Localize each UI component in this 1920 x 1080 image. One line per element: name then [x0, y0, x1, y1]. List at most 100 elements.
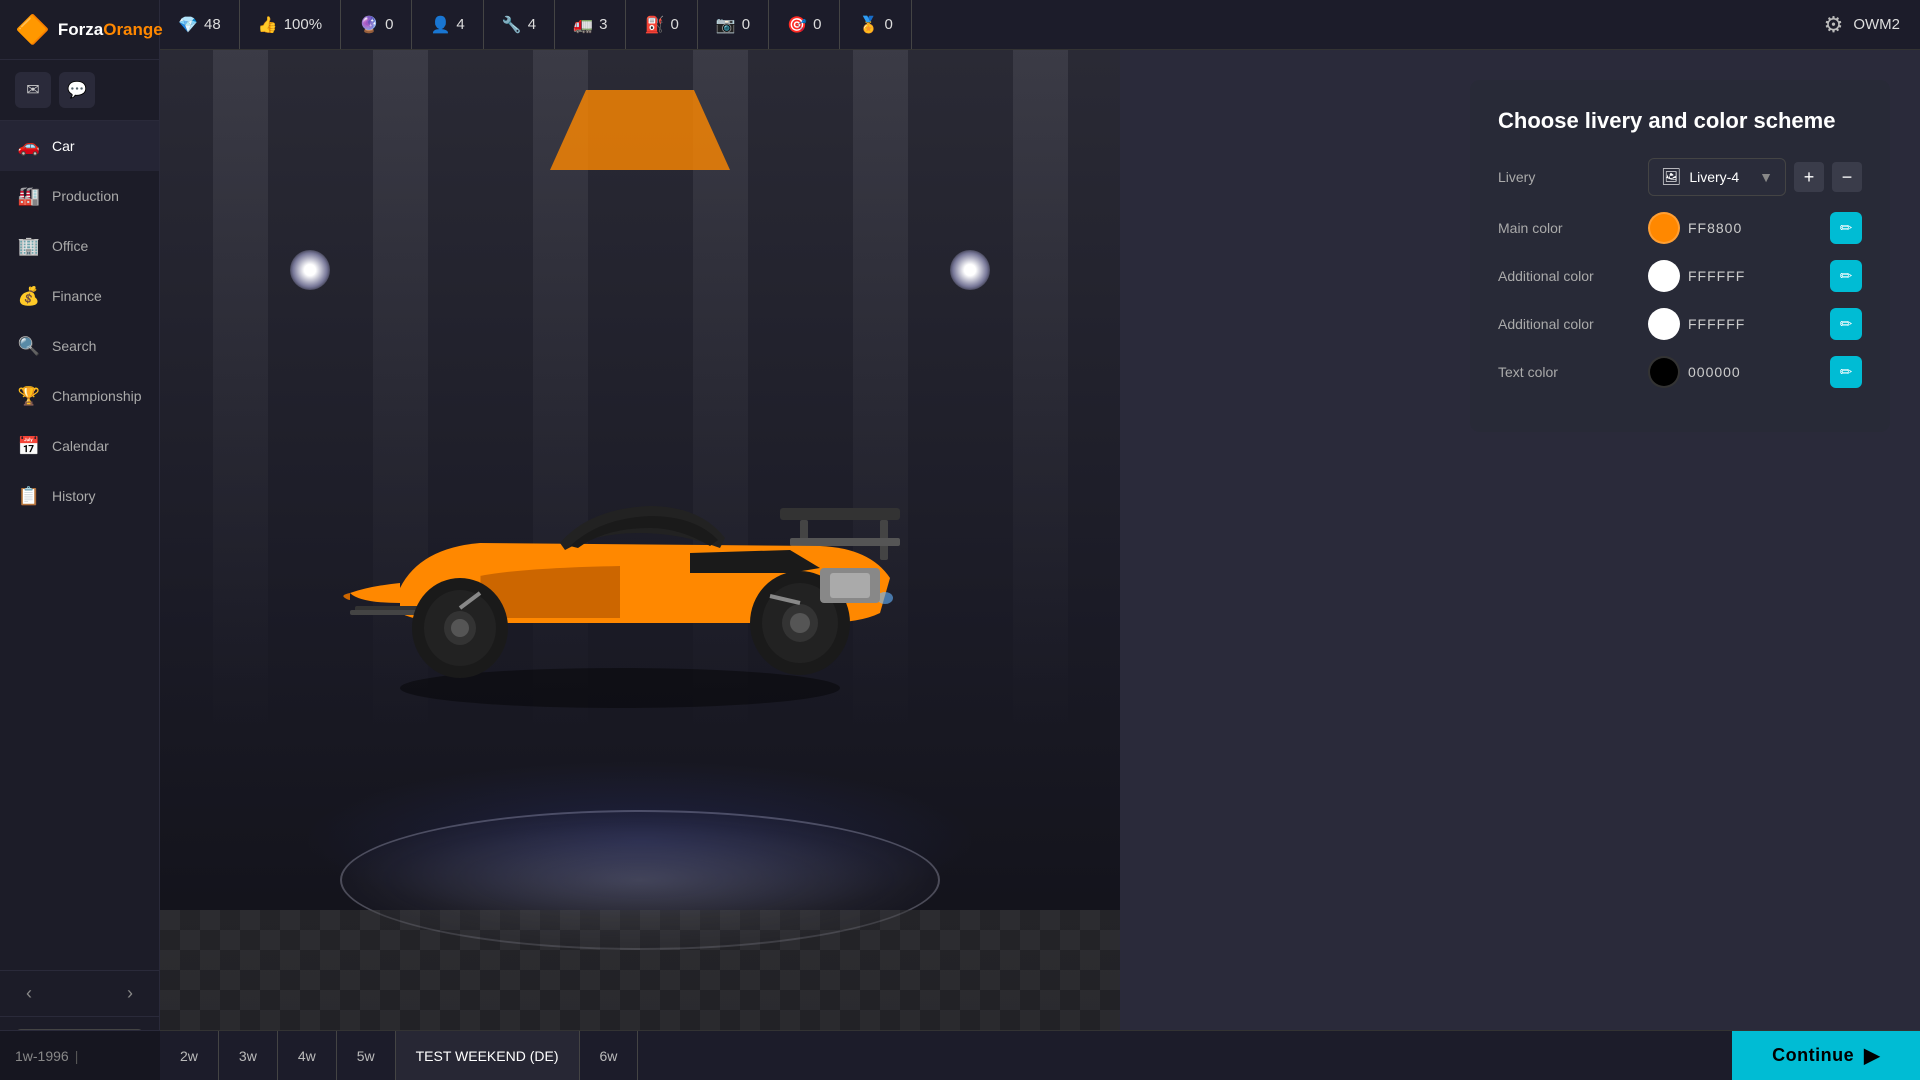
additional-color-2-row: Additional color FFFFFF ✏: [1498, 308, 1862, 340]
additional-color-1-edit-button[interactable]: ✏: [1830, 260, 1862, 292]
light-sphere-right: [950, 250, 990, 290]
car-svg: [340, 428, 940, 708]
sidebar-item-office[interactable]: 🏢 Office: [0, 221, 159, 271]
main-content: Choose livery and color scheme Livery 🖼 …: [160, 50, 1920, 1030]
sidebar-item-championship-label: Championship: [52, 388, 142, 404]
drivers-value: 4: [456, 16, 464, 33]
continue-button[interactable]: Continue ▶: [1732, 1031, 1920, 1080]
front-nose: [350, 583, 400, 603]
timeline-2w-label: 2w: [180, 1048, 198, 1064]
top-bar: 💎 48 👍 100% 🔮 0 👤 4 🔧 4 🚛 3 ⛽ 0 📷 0 🎯 0 …: [160, 0, 1920, 50]
stat-coins: 💎 48: [160, 0, 240, 49]
timeline-6w-label: 6w: [600, 1048, 618, 1064]
car-3d-view: [340, 428, 940, 713]
stat-mechanics: 🔧 4: [484, 0, 555, 49]
arrow-right-button[interactable]: ›: [119, 979, 141, 1008]
settings-icon[interactable]: ⚙: [1824, 12, 1844, 38]
camera-value: 0: [742, 16, 750, 33]
username-label: OWM2: [1853, 16, 1900, 33]
additional-color-2-hex: FFFFFF: [1688, 316, 1822, 332]
additional-color-1-control: FFFFFF ✏: [1648, 260, 1862, 292]
trucks-value: 3: [599, 16, 607, 33]
text-color-swatch[interactable]: [1648, 356, 1680, 388]
light-sphere-left: [290, 250, 330, 290]
stat-drivers: 👤 4: [412, 0, 483, 49]
stat-fuel: ⛽ 0: [626, 0, 697, 49]
stat-medal: 🏅 0: [840, 0, 911, 49]
sidebar-item-championship[interactable]: 🏆 Championship: [0, 371, 159, 421]
trucks-icon: 🚛: [573, 15, 593, 35]
camera-icon: 📷: [716, 15, 736, 35]
livery-label: Livery: [1498, 169, 1638, 185]
fuel-value: 0: [670, 16, 678, 33]
main-color-control: FF8800 ✏: [1648, 212, 1862, 244]
sidebar-item-search[interactable]: 🔍 Search: [0, 321, 159, 371]
sidebar-item-finance-label: Finance: [52, 288, 102, 304]
text-color-label: Text color: [1498, 364, 1638, 380]
sidebar-item-calendar[interactable]: 📅 Calendar: [0, 421, 159, 471]
livery-minus-button[interactable]: −: [1832, 162, 1862, 192]
sidebar-item-finance[interactable]: 💰 Finance: [0, 271, 159, 321]
panel-title: Choose livery and color scheme: [1498, 108, 1862, 134]
bottom-bar: 2w 3w 4w 5w TEST WEEKEND (DE) 6w Continu…: [160, 1030, 1920, 1080]
additional-color-1-hex: FFFFFF: [1688, 268, 1822, 284]
main-color-row: Main color FF8800 ✏: [1498, 212, 1862, 244]
sidebar-item-history[interactable]: 📋 History: [0, 471, 159, 521]
stat-target: 🎯 0: [769, 0, 840, 49]
mechanics-value: 4: [528, 16, 536, 33]
main-color-swatch[interactable]: [1648, 212, 1680, 244]
additional-color-2-control: FFFFFF ✏: [1648, 308, 1862, 340]
additional-color-2-label: Additional color: [1498, 316, 1638, 332]
additional-color-2-edit-button[interactable]: ✏: [1830, 308, 1862, 340]
additional-color-1-swatch[interactable]: [1648, 260, 1680, 292]
text-color-hex: 000000: [1688, 364, 1822, 380]
target-icon: 🎯: [787, 15, 807, 35]
arrow-left-button[interactable]: ‹: [18, 979, 40, 1008]
livery-add-button[interactable]: +: [1794, 162, 1824, 192]
top-right: ⚙ OWM2: [1824, 12, 1920, 38]
additional-color-2-swatch[interactable]: [1648, 308, 1680, 340]
timeline-4w-label: 4w: [298, 1048, 316, 1064]
logo: 🔶 ForzaOrange: [0, 0, 159, 60]
text-color-control: 000000 ✏: [1648, 356, 1862, 388]
timeline-2w: 2w: [160, 1031, 219, 1080]
sidebar-item-car[interactable]: 🚗 Car: [0, 121, 159, 171]
sidebar-arrows: ‹ ›: [0, 970, 159, 1016]
additional-color-1-row: Additional color FFFFFF ✏: [1498, 260, 1862, 292]
stat-trucks: 🚛 3: [555, 0, 626, 49]
floor-glow: [300, 760, 980, 920]
livery-selector[interactable]: 🖼 Livery-4 ▼: [1648, 158, 1786, 196]
sidebar-item-history-label: History: [52, 488, 96, 504]
medal-icon: 🏅: [858, 15, 878, 35]
timeline-5w-label: 5w: [357, 1048, 375, 1064]
checker-floor: [160, 910, 1120, 1030]
coins-value: 48: [204, 16, 221, 33]
additional-color-1-label: Additional color: [1498, 268, 1638, 284]
production-icon: 🏭: [18, 185, 40, 207]
livery-name: Livery-4: [1689, 169, 1751, 185]
sidebar-icons-row: ✉ 💬: [0, 60, 159, 121]
livery-row: Livery 🖼 Livery-4 ▼ + −: [1498, 158, 1862, 196]
car-view: [160, 50, 1120, 1030]
text-color-edit-button[interactable]: ✏: [1830, 356, 1862, 388]
sidebar-item-production[interactable]: 🏭 Production: [0, 171, 159, 221]
sidebar-item-calendar-label: Calendar: [52, 438, 109, 454]
game-time: 1w-1996 |: [0, 1030, 160, 1080]
pillar-1: [213, 50, 268, 736]
sidebar-item-office-label: Office: [52, 238, 88, 254]
rear-wing-top: [780, 508, 900, 520]
main-color-edit-button[interactable]: ✏: [1830, 212, 1862, 244]
timeline-6w: 6w: [580, 1031, 639, 1080]
text-color-row: Text color 000000 ✏: [1498, 356, 1862, 388]
front-wheel-center: [451, 619, 469, 637]
continue-label: Continue: [1772, 1045, 1854, 1066]
sidebar-item-production-label: Production: [52, 188, 119, 204]
chat-button[interactable]: 💬: [59, 72, 95, 108]
championship-icon: 🏆: [18, 385, 40, 407]
mail-button[interactable]: ✉: [15, 72, 51, 108]
calendar-icon: 📅: [18, 435, 40, 457]
mechanics-icon: 🔧: [502, 15, 522, 35]
stat-percentage: 👍 100%: [240, 0, 341, 49]
game-time-label: 1w-1996: [15, 1048, 69, 1064]
drivers-icon: 👤: [430, 15, 450, 35]
